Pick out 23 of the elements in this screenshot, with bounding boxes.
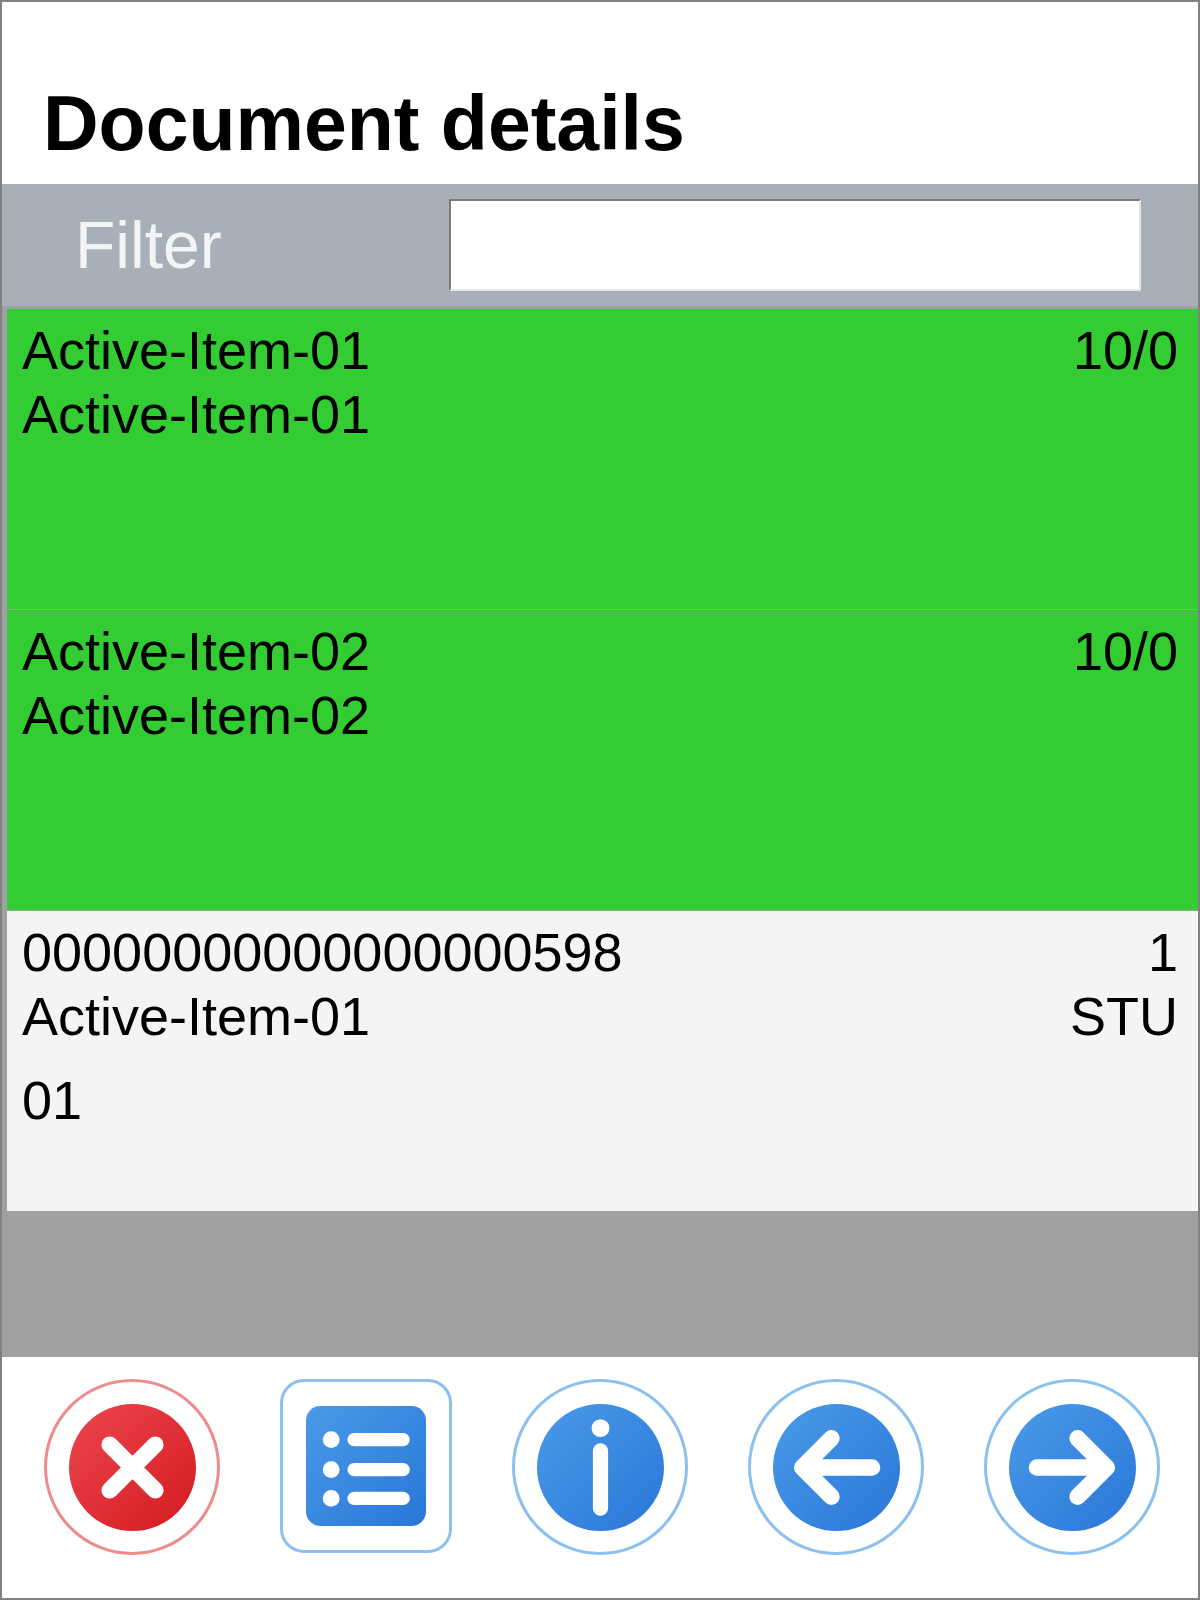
row-text: Active-Item-01 [22,383,371,446]
list-row[interactable]: Active-Item-02 10/0 Active-Item-02 [7,610,1198,910]
row-value: 10/0 [1072,620,1178,683]
row-text: Active-Item-01 [22,319,371,382]
row-text: Active-Item-02 [22,620,371,683]
list-row[interactable]: 00000000000000000598 1 Active-Item-01 STU 01 [7,911,1198,1211]
row-text: 00000000000000000598 [22,921,623,984]
filter-label: Filter [75,207,222,283]
arrow-right-icon [1008,1403,1136,1531]
list-button[interactable] [280,1379,452,1553]
arrow-left-icon [772,1403,900,1531]
list-row[interactable]: Active-Item-01 10/0 Active-Item-01 [7,309,1198,609]
row-value: 10/0 [1072,319,1178,382]
row-text: Active-Item-02 [22,684,371,747]
row-value: 1 [1147,921,1178,984]
filter-field[interactable] [449,199,1141,291]
page-title: Document details [43,85,686,161]
row-text: 01 [22,1069,83,1132]
info-icon [536,1403,664,1531]
row-text: Active-Item-01 [22,985,371,1048]
row-value: STU [1070,985,1178,1048]
list-icon [306,1405,426,1527]
close-icon [68,1403,196,1531]
